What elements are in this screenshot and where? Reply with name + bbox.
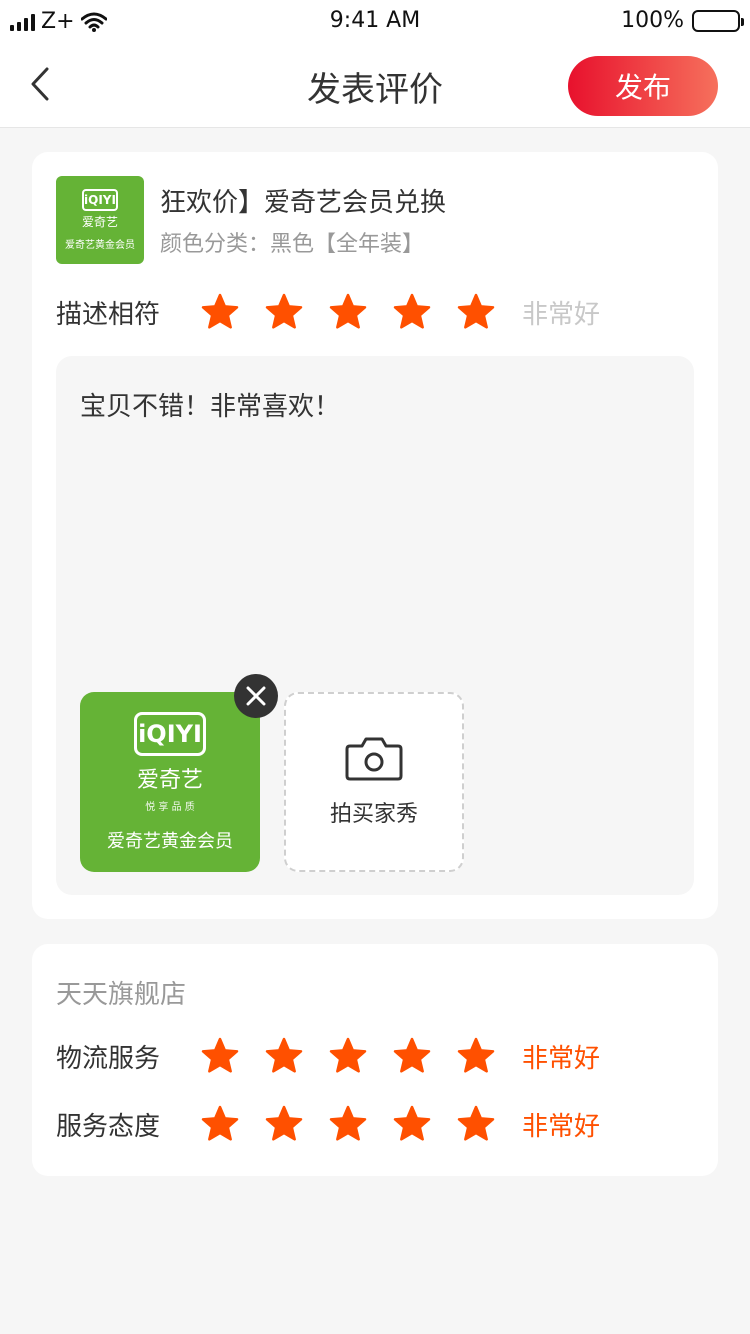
product-thumbnail: iQIYI 爱奇艺 爱奇艺黄金会员: [56, 176, 144, 264]
rating-label: 物流服务: [56, 1043, 161, 1074]
logistics-rating-row: 物流服务 非常好: [56, 1036, 600, 1076]
rating-text: 非常好: [522, 1043, 601, 1074]
iqiyi-logo: iQIYI: [134, 711, 206, 756]
comment-textarea[interactable]: 宝贝不错！非常喜欢！ iQIYI 爱奇艺 悦 享 品 质 爱奇艺黄金会员 拍买家…: [56, 356, 694, 895]
rating-label: 服务态度: [56, 1111, 161, 1142]
star-icon[interactable]: [328, 1036, 368, 1076]
close-icon: [246, 686, 266, 706]
battery-percent: 100%: [621, 8, 684, 33]
nav-bar: 发表评价 发布: [0, 40, 750, 128]
star-icon[interactable]: [392, 1036, 432, 1076]
star-icon[interactable]: [392, 292, 432, 332]
star-rating[interactable]: [200, 1036, 496, 1076]
star-icon[interactable]: [392, 1104, 432, 1144]
star-rating[interactable]: [200, 292, 496, 332]
star-icon[interactable]: [200, 292, 240, 332]
rating-label: 描述相符: [56, 299, 161, 330]
status-bar: Z+ 9:41 AM 100%: [0, 0, 750, 40]
star-icon[interactable]: [200, 1104, 240, 1144]
shop-name: 天天旗舰店: [56, 980, 187, 1010]
camera-icon: [345, 737, 403, 781]
add-photo-button[interactable]: 拍买家秀: [284, 692, 464, 872]
star-icon[interactable]: [264, 292, 304, 332]
star-icon[interactable]: [200, 1036, 240, 1076]
remove-photo-button[interactable]: [234, 674, 278, 718]
comment-text: 宝贝不错！非常喜欢！: [80, 392, 341, 422]
status-right: 100%: [621, 8, 744, 33]
uploaded-photo[interactable]: iQIYI 爱奇艺 悦 享 品 质 爱奇艺黄金会员: [80, 692, 260, 872]
rating-text: 非常好: [522, 1111, 601, 1142]
product-spec: 颜色分类：黑色【全年装】: [160, 232, 425, 257]
star-icon[interactable]: [328, 292, 368, 332]
star-icon[interactable]: [264, 1036, 304, 1076]
battery-icon: [692, 9, 744, 32]
star-rating[interactable]: [200, 1104, 496, 1144]
shop-rating-card: 天天旗舰店 物流服务 非常好 服务态度 非常好: [32, 944, 718, 1176]
add-photo-label: 拍买家秀: [329, 802, 418, 827]
star-icon[interactable]: [456, 1104, 496, 1144]
photo-brand: 爱奇艺: [136, 767, 203, 793]
photo-tagline: 悦 享 品 质: [145, 801, 195, 813]
iqiyi-logo: iQIYI: [82, 189, 118, 211]
star-icon[interactable]: [456, 292, 496, 332]
rating-text: 非常好: [522, 299, 601, 330]
thumb-brand: 爱奇艺: [81, 215, 118, 229]
photo-subtitle: 爱奇艺黄金会员: [107, 830, 233, 852]
star-icon[interactable]: [328, 1104, 368, 1144]
thumb-subtitle: 爱奇艺黄金会员: [65, 240, 135, 251]
publish-button[interactable]: 发布: [568, 56, 718, 116]
star-icon[interactable]: [456, 1036, 496, 1076]
star-icon[interactable]: [264, 1104, 304, 1144]
description-rating-row: 描述相符 非常好: [56, 292, 600, 332]
product-name: 狂欢价】爱奇艺会员兑换: [160, 188, 447, 218]
service-rating-row: 服务态度 非常好: [56, 1104, 600, 1144]
review-card: iQIYI 爱奇艺 爱奇艺黄金会员 狂欢价】爱奇艺会员兑换 颜色分类：黑色【全年…: [32, 152, 718, 919]
